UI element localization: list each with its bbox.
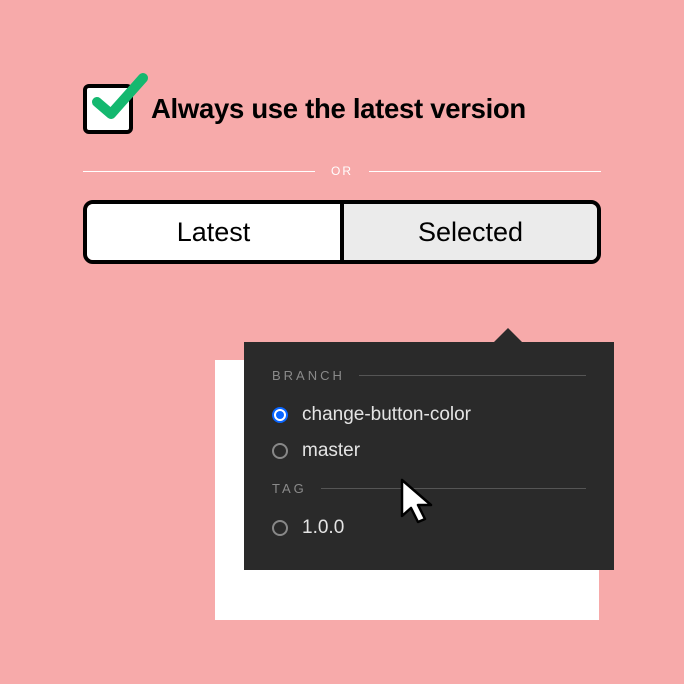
- radio-label: change-button-color: [302, 404, 471, 426]
- radio-label: 1.0.0: [302, 517, 344, 539]
- branch-option-master[interactable]: master: [272, 433, 586, 469]
- always-latest-checkbox[interactable]: [83, 84, 133, 134]
- branch-option-change-button-color[interactable]: change-button-color: [272, 397, 586, 433]
- divider-line-right: [369, 171, 601, 172]
- toggle-option-latest[interactable]: Latest: [87, 204, 340, 260]
- divider-label: OR: [315, 164, 369, 178]
- section-divider: [321, 488, 586, 489]
- radio-icon: [272, 407, 288, 423]
- or-divider: OR: [83, 164, 601, 178]
- divider-line-left: [83, 171, 315, 172]
- version-popover: BRANCH change-button-color master TAG 1.…: [244, 342, 614, 570]
- toggle-option-selected[interactable]: Selected: [340, 204, 597, 260]
- radio-icon: [272, 520, 288, 536]
- popover-section-tag: TAG: [272, 481, 586, 496]
- radio-icon: [272, 443, 288, 459]
- always-latest-label: Always use the latest version: [151, 93, 526, 125]
- radio-label: master: [302, 440, 360, 462]
- always-latest-row: Always use the latest version: [83, 84, 601, 134]
- popover-section-branch: BRANCH: [272, 368, 586, 383]
- section-label-tag: TAG: [272, 481, 307, 496]
- section-label-branch: BRANCH: [272, 368, 345, 383]
- section-divider: [359, 375, 586, 376]
- version-toggle: Latest Selected: [83, 200, 601, 264]
- checkmark-icon: [89, 68, 149, 128]
- popover-arrow-icon: [492, 328, 524, 344]
- tag-option-1-0-0[interactable]: 1.0.0: [272, 510, 586, 546]
